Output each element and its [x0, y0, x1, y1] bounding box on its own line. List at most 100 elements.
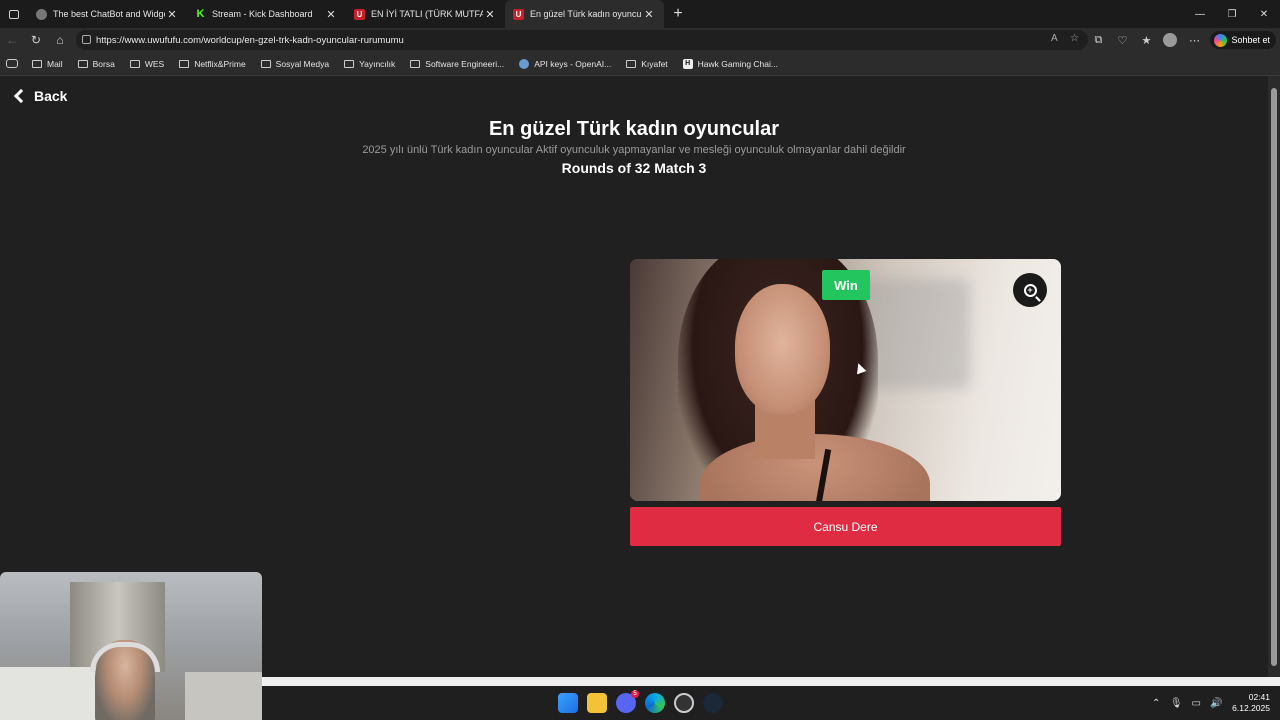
- folder-icon: [129, 59, 140, 68]
- folder-icon: [260, 59, 271, 68]
- site-info-icon[interactable]: [82, 35, 91, 44]
- tab-chatbot[interactable]: The best ChatBot and Widgets for ✕: [28, 0, 187, 28]
- webcam-overlay: [0, 572, 262, 720]
- close-window-icon[interactable]: ✕: [1248, 0, 1280, 28]
- windows-taskbar: 5 ⌃ 🎙 ▭ 🔊 02:41 6.12.2025: [262, 686, 1280, 720]
- bookmark-label: Borsa: [92, 58, 115, 69]
- profile-avatar[interactable]: [1158, 28, 1182, 52]
- chrome-icon[interactable]: [674, 693, 694, 713]
- discord-badge: 5: [631, 690, 639, 698]
- folder-icon: [626, 59, 637, 68]
- copilot-icon: [1214, 33, 1228, 47]
- back-arrow-icon[interactable]: ←: [0, 28, 24, 52]
- extensions-row: ⧉ ♡ ★ ⋯ Sohbet et: [1086, 28, 1280, 52]
- round-info: Rounds of 32 Match 3: [561, 160, 707, 176]
- photo-face: [735, 284, 830, 414]
- favorites-icon[interactable]: ★: [1134, 28, 1158, 52]
- bookmark-label: API keys - OpenAI...: [534, 58, 612, 69]
- folder-icon: [410, 59, 421, 68]
- kick-icon: K: [195, 8, 206, 20]
- chevron-left-icon: [13, 88, 29, 104]
- chevron-up-icon[interactable]: ⌃: [1146, 698, 1166, 709]
- zoom-in-icon[interactable]: +: [1013, 273, 1047, 307]
- new-tab-icon[interactable]: +: [664, 5, 692, 23]
- tab-kick[interactable]: K Stream - Kick Dashboard ✕: [187, 0, 346, 28]
- tab-actions-icon[interactable]: [0, 0, 28, 28]
- uwufufu-icon: U: [354, 8, 365, 20]
- bookmark-label: Software Engineeri...: [425, 58, 505, 69]
- bookmark-mail[interactable]: Mail: [32, 59, 63, 69]
- back-link[interactable]: Back: [13, 88, 68, 104]
- browser-tab-bar: The best ChatBot and Widgets for ✕ K Str…: [0, 0, 1280, 28]
- clock[interactable]: 02:41 6.12.2025: [1226, 692, 1280, 714]
- back-label: Back: [34, 88, 68, 104]
- tab-tatli[interactable]: U EN İYİ TATLI (TÜRK MUTFAĞI) | Uw ✕: [346, 0, 505, 28]
- tab-title: The best ChatBot and Widgets for: [53, 9, 165, 19]
- clock-time: 02:41: [1248, 692, 1270, 702]
- folder-icon: [344, 59, 355, 68]
- display-icon[interactable]: ▭: [1186, 698, 1206, 709]
- candidate-image-card[interactable]: Win +: [630, 259, 1061, 501]
- bookmark-borsa[interactable]: Borsa: [77, 58, 115, 69]
- file-explorer-icon[interactable]: [587, 693, 607, 713]
- microphone-icon[interactable]: 🎙: [1166, 698, 1186, 709]
- tab-title: EN İYİ TATLI (TÜRK MUTFAĞI) | Uw: [371, 9, 483, 19]
- window-controls: — ❐ ✕: [1184, 0, 1280, 28]
- bookmark-sosyal-medya[interactable]: Sosyal Medya: [260, 59, 329, 69]
- vertical-scrollbar[interactable]: [1268, 76, 1280, 677]
- bookmark-netflix[interactable]: Netflix&Prime: [179, 58, 246, 69]
- clock-date: 6.12.2025: [1232, 703, 1270, 713]
- url-text: https://www.uwufufu.com/worldcup/en-gzel…: [96, 34, 404, 46]
- win-badge: Win: [822, 270, 870, 300]
- folder-icon: [32, 59, 42, 68]
- edge-icon[interactable]: [645, 693, 665, 713]
- cam-desk: [185, 672, 262, 720]
- speaker-icon[interactable]: 🔊: [1206, 698, 1226, 709]
- bookmark-label: Kıyafet: [641, 58, 668, 69]
- hawk-icon: H: [682, 58, 693, 69]
- close-tab-icon[interactable]: ✕: [483, 8, 497, 21]
- more-menu-icon[interactable]: ⋯: [1182, 28, 1206, 52]
- page-subtitle: 2025 yılı ünlü Türk kadın oyuncular Akti…: [362, 144, 906, 156]
- tab-oyuncular[interactable]: U En güzel Türk kadın oyuncular | Uw ✕: [505, 0, 664, 28]
- url-field[interactable]: https://www.uwufufu.com/worldcup/en-gzel…: [76, 30, 1088, 50]
- copilot-button[interactable]: Sohbet et: [1210, 31, 1276, 49]
- openai-icon: [519, 58, 530, 69]
- close-tab-icon[interactable]: ✕: [324, 8, 338, 21]
- minimize-icon[interactable]: —: [1184, 0, 1216, 28]
- discord-icon[interactable]: 5: [616, 690, 639, 713]
- tab-title: Stream - Kick Dashboard: [212, 9, 313, 19]
- browser-essentials-icon[interactable]: ♡: [1110, 28, 1134, 52]
- bookmark-wes[interactable]: WES: [129, 58, 165, 69]
- horizontal-scrollbar[interactable]: [262, 677, 1280, 686]
- bookmark-label: Netflix&Prime: [194, 58, 246, 69]
- close-tab-icon[interactable]: ✕: [165, 8, 179, 21]
- folder-icon: [77, 59, 88, 68]
- scrollbar-thumb[interactable]: [1271, 88, 1277, 666]
- bookmark-label: Hawk Gaming Chai...: [697, 58, 778, 69]
- extensions-icon[interactable]: ⧉: [1086, 28, 1110, 52]
- close-tab-icon[interactable]: ✕: [642, 8, 656, 21]
- folder-icon: [179, 59, 190, 68]
- system-tray: ⌃ 🎙 ▭ 🔊 02:41 6.12.2025: [1146, 686, 1280, 720]
- tab-title: En güzel Türk kadın oyuncular | Uw: [530, 9, 642, 19]
- bookmark-kiyafet[interactable]: Kıyafet: [626, 58, 668, 69]
- page-title: En güzel Türk kadın oyuncular: [488, 118, 780, 140]
- bookmark-label: WES: [144, 58, 165, 69]
- start-icon[interactable]: [558, 693, 578, 713]
- bookmark-label: Yayıncılık: [359, 58, 396, 69]
- read-aloud-icon[interactable]: A: [1051, 33, 1058, 44]
- restore-icon[interactable]: ❐: [1216, 0, 1248, 28]
- collections-icon[interactable]: [6, 59, 18, 68]
- home-icon[interactable]: ⌂: [48, 28, 72, 52]
- cam-bed: [0, 667, 110, 720]
- bookmark-yayincilik[interactable]: Yayıncılık: [344, 59, 395, 69]
- favorite-star-icon[interactable]: ☆: [1070, 33, 1079, 44]
- bookmark-software[interactable]: Software Engineeri...: [410, 59, 504, 69]
- bookmark-openai[interactable]: API keys - OpenAI...: [519, 58, 612, 69]
- refresh-icon[interactable]: ↻: [24, 28, 48, 52]
- steam-icon[interactable]: [703, 693, 723, 713]
- uwufufu-icon: U: [513, 8, 524, 20]
- candidate-name-button[interactable]: Cansu Dere: [630, 507, 1061, 546]
- bookmark-hawk[interactable]: H Hawk Gaming Chai...: [682, 58, 778, 69]
